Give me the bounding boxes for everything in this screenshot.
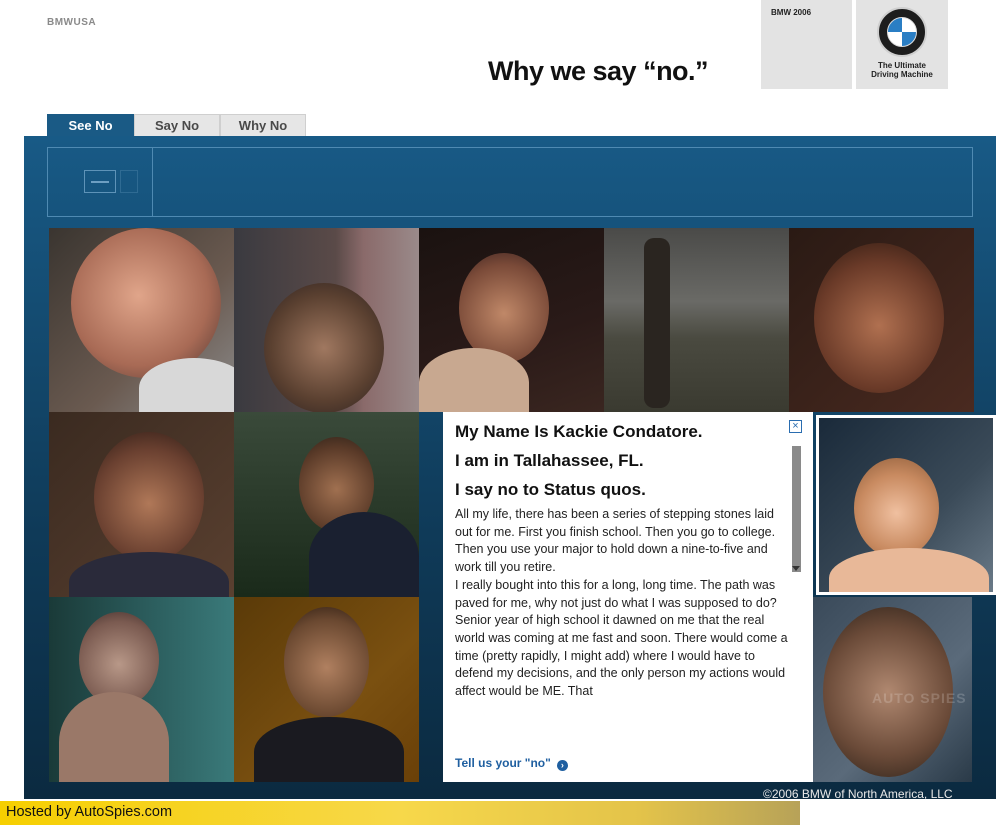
story-scrollbar[interactable] <box>792 446 801 572</box>
toolbar-divider <box>152 148 153 216</box>
photo-tile[interactable] <box>49 597 234 782</box>
scroll-down-icon[interactable] <box>792 566 800 571</box>
tab-say-no[interactable]: Say No <box>134 114 220 136</box>
portrait-face <box>854 458 939 558</box>
portrait-shoulders <box>419 348 529 412</box>
brand-tagline: The Ultimate Driving Machine <box>860 61 944 79</box>
portrait-face <box>814 243 944 393</box>
portrait-suit <box>69 552 229 597</box>
story-paragraph: I really bought into this for a long, lo… <box>455 577 777 610</box>
zoom-out-button[interactable] <box>84 170 116 193</box>
profile-location: I am in Tallahassee, FL. <box>455 451 644 470</box>
profile-statement: I say no to Status quos. <box>455 480 646 499</box>
photo-tile[interactable] <box>234 597 419 782</box>
portrait-shoulders <box>309 512 419 597</box>
photo-tile[interactable] <box>234 412 419 597</box>
tagline-line-2: Driving Machine <box>871 70 933 79</box>
roundel-quadrants-icon <box>887 17 917 47</box>
profile-name: My Name Is Kackie Condatore. <box>455 422 703 441</box>
portrait-face <box>71 228 221 378</box>
close-icon[interactable]: × <box>789 420 802 433</box>
tell-us-your-no-link[interactable]: Tell us your "no" › <box>455 756 568 771</box>
tab-see-no[interactable]: See No <box>47 114 134 136</box>
bmw-roundel-icon <box>877 7 927 57</box>
page-headline: Why we say “no.” <box>488 56 709 86</box>
profile-card: × My Name Is Kackie Condatore. I am in T… <box>443 412 813 782</box>
portrait-shoulders <box>829 548 989 592</box>
tab-bar: See No Say No Why No <box>47 114 306 136</box>
gallery-stage: × My Name Is Kackie Condatore. I am in T… <box>24 136 996 799</box>
toolbar-next-button[interactable] <box>120 170 138 193</box>
hosted-by-bar: Hosted by AutoSpies.com <box>0 801 800 825</box>
profile-story: All my life, there has been a series of … <box>455 506 790 721</box>
gallery-toolbar <box>47 147 973 217</box>
brand-year: BMW 2006 <box>771 8 812 17</box>
featured-photo[interactable] <box>816 415 996 595</box>
photo-grid: × My Name Is Kackie Condatore. I am in T… <box>49 228 996 782</box>
portrait-face <box>94 432 204 562</box>
tell-us-label: Tell us your "no" <box>455 756 551 770</box>
photo-tile[interactable] <box>49 228 234 412</box>
tagline-line-1: The Ultimate <box>877 61 926 70</box>
arrow-right-icon: › <box>556 760 568 771</box>
site-name[interactable]: BMWUSA <box>47 17 96 28</box>
story-paragraph: Senior year of high school it dawned on … <box>455 613 788 699</box>
hosted-by-text[interactable]: Hosted by AutoSpies.com <box>6 804 172 820</box>
portrait-face <box>459 253 549 363</box>
story-paragraph: All my life, there has been a series of … <box>455 507 776 575</box>
tab-why-no[interactable]: Why No <box>220 114 306 136</box>
brand-year-box: BMW 2006 <box>761 0 852 89</box>
portrait-shoulders <box>59 692 169 782</box>
portrait-shoulders <box>254 717 404 782</box>
photo-tile[interactable] <box>604 228 789 412</box>
photo-tile[interactable] <box>419 228 604 412</box>
photo-tile[interactable] <box>789 228 974 412</box>
photo-tile[interactable] <box>234 228 419 412</box>
portrait-hair <box>264 283 384 412</box>
bmw-logo-box[interactable]: The Ultimate Driving Machine <box>856 0 948 89</box>
figure-silhouette <box>644 238 670 408</box>
portrait-face <box>284 607 369 717</box>
copyright-text: ©2006 BMW of North America, LLC <box>763 787 953 801</box>
autospies-watermark: AUTO SPIES <box>872 690 967 706</box>
photo-tile[interactable] <box>49 412 234 597</box>
